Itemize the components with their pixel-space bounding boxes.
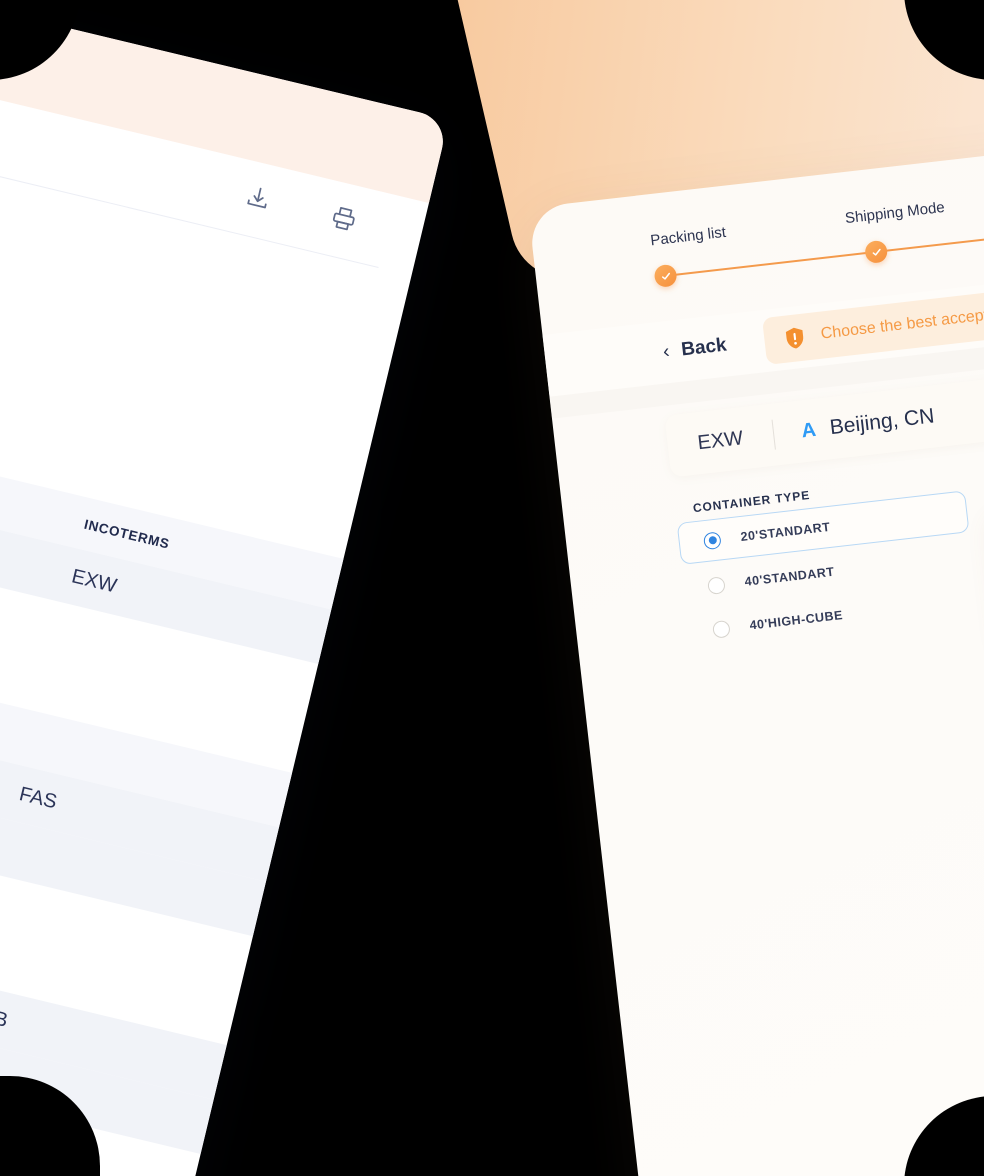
incoterm-code: EXW bbox=[696, 426, 745, 454]
back-button[interactable]: ‹ Back bbox=[662, 334, 728, 363]
packing-list-document: TOTAL UNITS T 138 mt 40' 138 mt t/40' 13… bbox=[0, 0, 450, 1176]
alert-message: Choose the best acceptable bbox=[819, 303, 984, 343]
radio-icon bbox=[706, 575, 726, 595]
container-option-label: 40'STANDART bbox=[743, 564, 836, 589]
container-type-radio-group: 20'STANDART 40'STANDART 40'HIGH-CUBE bbox=[676, 490, 980, 656]
step-label-packing-list: Packing list bbox=[649, 223, 727, 250]
location-pin-letter: A bbox=[800, 418, 818, 442]
stepper-dot-packing-list[interactable] bbox=[653, 263, 678, 289]
shipping-app-panel: Packing list Shipping Mode ‹ Back Choose… bbox=[528, 121, 984, 1176]
document-toolbar bbox=[243, 182, 360, 234]
printer-icon[interactable] bbox=[328, 203, 359, 234]
screenshot-scene: Packing list Shipping Mode ‹ Back Choose… bbox=[0, 0, 984, 1176]
back-button-label: Back bbox=[680, 334, 728, 361]
origin-city: Beijing, CN bbox=[828, 404, 936, 440]
container-option-label: 20'STANDART bbox=[739, 519, 832, 545]
radio-icon bbox=[702, 530, 722, 550]
alert-shield-icon bbox=[781, 324, 809, 352]
download-icon[interactable] bbox=[243, 182, 274, 213]
stepper-dot-shipping-mode[interactable] bbox=[864, 239, 889, 265]
step-label-shipping-mode: Shipping Mode bbox=[844, 198, 946, 228]
check-icon bbox=[872, 248, 881, 256]
radio-icon bbox=[711, 619, 731, 639]
container-option-label: 40'HIGH-CUBE bbox=[748, 608, 844, 633]
chevron-left-icon: ‹ bbox=[661, 340, 671, 363]
document-table: TOTAL UNITS T 138 mt 40' 138 mt t/40' 13… bbox=[0, 113, 408, 1176]
check-icon bbox=[661, 272, 670, 280]
